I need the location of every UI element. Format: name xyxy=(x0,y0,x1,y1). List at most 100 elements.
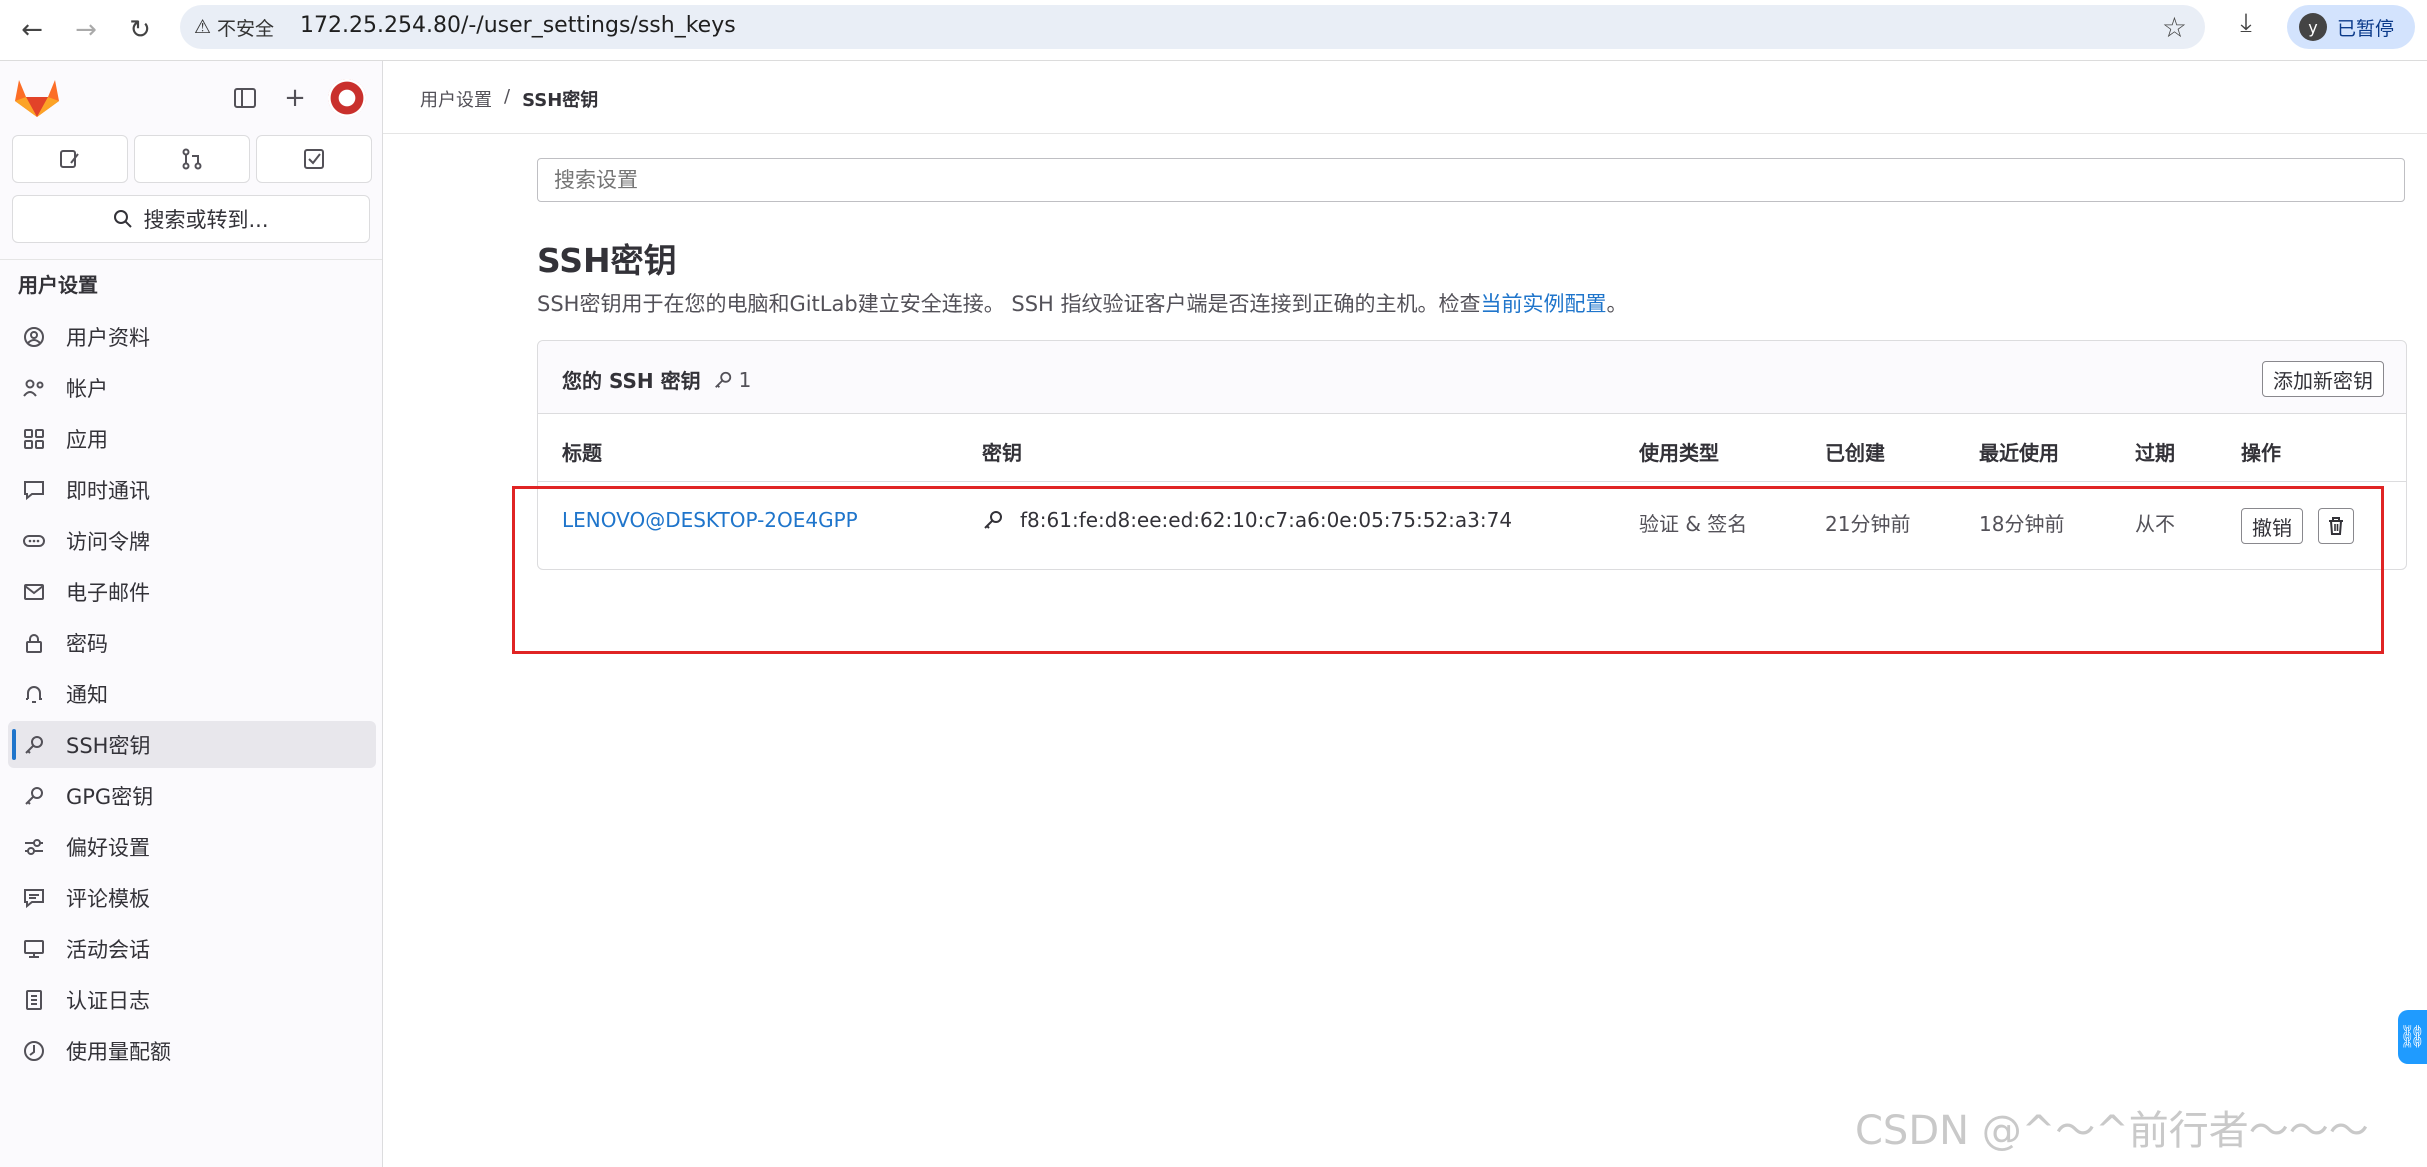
description-end: 。 xyxy=(1606,292,1628,316)
key-count-badge: 1 xyxy=(713,367,752,392)
search-icon xyxy=(114,210,133,228)
token-icon xyxy=(22,530,46,552)
todo-icon xyxy=(304,149,324,169)
url-text[interactable]: 172.25.254.80/-/user_settings/ssh_keys xyxy=(300,13,736,38)
sidebar-item-label: 帐户 xyxy=(66,376,108,401)
header-divider xyxy=(383,133,2427,134)
link-icon[interactable]: ⛓ xyxy=(2398,1010,2427,1064)
sidebar-item-label: 访问令牌 xyxy=(66,529,150,554)
watermark: CSDN @^～^前行者～～～ xyxy=(1855,1108,2369,1154)
lock-icon xyxy=(22,632,46,654)
sidebar-item-label: 认证日志 xyxy=(66,988,150,1013)
preferences-icon xyxy=(22,836,46,858)
back-icon[interactable]: ← xyxy=(12,10,52,50)
column-actions: 操作 xyxy=(2241,441,2281,465)
sidebar-item-label: 活动会话 xyxy=(66,937,150,962)
column-key: 密钥 xyxy=(982,441,1022,465)
monitor-icon xyxy=(22,938,46,960)
profile-status: 已暂停 xyxy=(2337,17,2395,40)
bookmark-star-icon[interactable]: ☆ xyxy=(2162,11,2187,44)
add-new-key-button[interactable]: 添加新密钥 xyxy=(2262,361,2384,397)
mail-icon xyxy=(22,581,46,603)
sidebar-item-access-tokens[interactable]: 访问令牌 xyxy=(8,517,376,564)
instance-config-link[interactable]: 当前实例配置 xyxy=(1481,292,1607,316)
issues-button[interactable] xyxy=(12,135,128,183)
page-description: SSH密钥用于在您的电脑和GitLab建立安全连接。 SSH 指纹验证客户端是否… xyxy=(537,288,1628,318)
sidebar-item-comment-templates[interactable]: 评论模板 xyxy=(8,874,376,921)
address-bar[interactable]: ⚠ 不安全 172.25.254.80/-/user_settings/ssh_… xyxy=(180,5,2205,49)
comment-icon xyxy=(22,887,46,909)
sidebar-item-label: 用户资料 xyxy=(66,325,150,350)
breadcrumb-parent[interactable]: 用户设置 xyxy=(420,86,492,112)
download-icon[interactable]: ⤓ xyxy=(2228,8,2264,39)
sidebar-item-ssh-keys[interactable]: SSH密钥 xyxy=(8,721,376,768)
key-icon xyxy=(714,371,731,388)
sidebar-item-profile[interactable]: 用户资料 xyxy=(8,313,376,360)
sidebar: + 搜索或转到... 用户设置 用户资料 帐户 应用 即时通讯 访问令牌 电子邮… xyxy=(0,61,383,1167)
sidebar-item-label: GPG密钥 xyxy=(66,784,154,809)
sidebar-item-emails[interactable]: 电子邮件 xyxy=(8,568,376,615)
profile-avatar: y xyxy=(2299,13,2327,41)
browser-toolbar: ← → ↻ ⚠ 不安全 172.25.254.80/-/user_setting… xyxy=(0,0,2427,61)
sidebar-item-label: 通知 xyxy=(66,682,108,707)
column-usage: 使用类型 xyxy=(1639,441,1719,465)
sidebar-divider xyxy=(0,259,382,260)
sidebar-item-auth-log[interactable]: 认证日志 xyxy=(8,976,376,1023)
sidebar-item-notifications[interactable]: 通知 xyxy=(8,670,376,717)
sidebar-item-label: 偏好设置 xyxy=(66,835,150,860)
user-avatar[interactable] xyxy=(328,79,366,117)
plus-icon[interactable]: + xyxy=(278,81,312,115)
search-settings-input[interactable] xyxy=(537,158,2405,202)
search-label: 搜索或转到... xyxy=(143,208,269,232)
card-title-text: 您的 SSH 密钥 xyxy=(562,369,701,393)
merge-requests-button[interactable] xyxy=(134,135,250,183)
breadcrumb-current[interactable]: SSH密钥 xyxy=(522,86,598,112)
forward-icon[interactable]: → xyxy=(66,10,106,50)
sidebar-item-account[interactable]: 帐户 xyxy=(8,364,376,411)
log-icon xyxy=(22,989,46,1011)
sidebar-heading: 用户设置 xyxy=(18,273,98,297)
column-title: 标题 xyxy=(562,441,602,465)
search-or-goto-button[interactable]: 搜索或转到... xyxy=(12,195,370,243)
sidebar-item-label: 使用量配额 xyxy=(66,1039,171,1064)
quota-icon xyxy=(22,1040,46,1062)
todo-button[interactable] xyxy=(256,135,372,183)
column-last-used: 最近使用 xyxy=(1979,441,2059,465)
account-icon xyxy=(22,377,46,399)
sidebar-item-label: 电子邮件 xyxy=(66,580,150,605)
security-chip[interactable]: ⚠ 不安全 xyxy=(194,15,275,40)
sidebar-toggle-icon[interactable] xyxy=(228,81,262,115)
sidebar-item-password[interactable]: 密码 xyxy=(8,619,376,666)
reload-icon[interactable]: ↻ xyxy=(120,10,160,50)
sidebar-item-active-sessions[interactable]: 活动会话 xyxy=(8,925,376,972)
card-header: 您的 SSH 密钥 1 添加新密钥 xyxy=(538,341,2406,414)
chat-icon xyxy=(22,479,46,501)
profile-icon xyxy=(22,326,46,348)
bell-icon xyxy=(22,683,46,705)
breadcrumb-separator: / xyxy=(504,86,511,107)
breadcrumb: 用户设置 / SSH密钥 xyxy=(420,86,598,112)
table-header: 标题 密钥 使用类型 已创建 最近使用 过期 操作 xyxy=(538,413,2406,482)
key-icon xyxy=(22,734,46,756)
sidebar-item-label: 密码 xyxy=(66,631,108,656)
gitlab-logo-icon[interactable] xyxy=(14,77,60,119)
key-icon xyxy=(22,785,46,807)
sidebar-item-applications[interactable]: 应用 xyxy=(8,415,376,462)
profile-chip[interactable]: y 已暂停 xyxy=(2287,5,2415,49)
warning-icon: ⚠ xyxy=(194,16,212,38)
sidebar-item-preferences[interactable]: 偏好设置 xyxy=(8,823,376,870)
security-label: 不安全 xyxy=(217,17,275,40)
sidebar-item-gpg-keys[interactable]: GPG密钥 xyxy=(8,772,376,819)
merge-request-icon xyxy=(182,148,202,170)
sidebar-item-chat[interactable]: 即时通讯 xyxy=(8,466,376,513)
applications-icon xyxy=(22,428,46,450)
highlight-annotation-box xyxy=(512,486,2384,654)
sidebar-item-label: 即时通讯 xyxy=(66,478,150,503)
column-created: 已创建 xyxy=(1825,441,1885,465)
sidebar-item-label: 应用 xyxy=(66,427,108,452)
sidebar-nav: 用户资料 帐户 应用 即时通讯 访问令牌 电子邮件 密码 通知 SSH密钥 GP… xyxy=(0,313,382,1078)
key-count: 1 xyxy=(738,367,752,392)
sidebar-item-label: 评论模板 xyxy=(66,886,150,911)
column-expires: 过期 xyxy=(2135,441,2175,465)
sidebar-item-usage-quotas[interactable]: 使用量配额 xyxy=(8,1027,376,1074)
